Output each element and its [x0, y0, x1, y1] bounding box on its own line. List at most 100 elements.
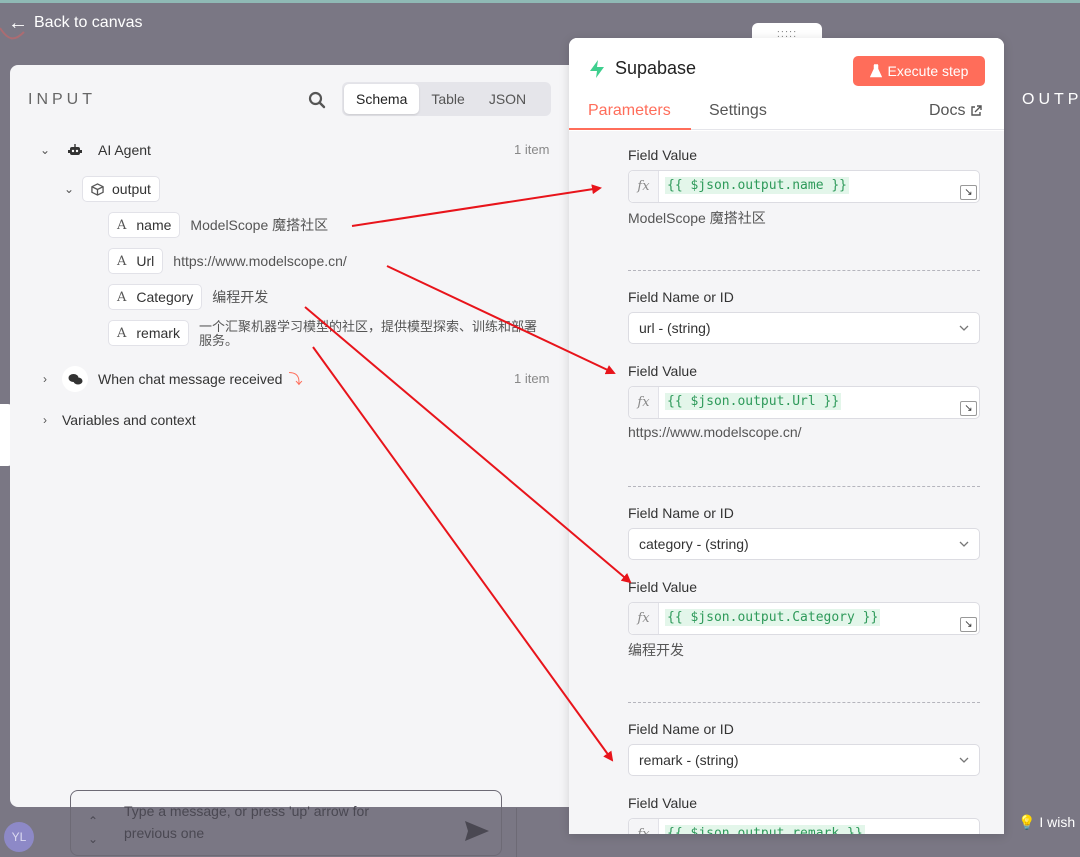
string-type-icon: A [117, 217, 127, 233]
variables-label: Variables and context [62, 412, 196, 428]
field-row-category[interactable]: A Category 编程开发 [108, 284, 268, 310]
field-key-pill[interactable]: Aname [108, 212, 181, 238]
docs-link[interactable]: Docs [929, 102, 983, 120]
execute-step-label: Execute step [887, 63, 969, 79]
feedback-label: I wish [1039, 814, 1076, 830]
field-key: Url [136, 253, 155, 269]
field-value: https://www.modelscope.cn/ [173, 253, 347, 269]
field-value: ModelScope 魔搭社区 [190, 217, 329, 233]
field-row-url[interactable]: A Url https://www.modelscope.cn/ [108, 248, 347, 274]
expression-input-category[interactable]: fx {{ $json.output.Category }} ↘ [628, 602, 980, 635]
view-tab-table[interactable]: Table [419, 84, 476, 114]
fx-icon: fx [629, 387, 659, 418]
field-key: name [136, 217, 172, 233]
node-title-label: Supabase [615, 58, 697, 78]
supabase-icon [590, 59, 604, 78]
chevron-down-icon [959, 757, 969, 763]
field-name-label: Field Name or ID [628, 721, 734, 737]
expression-code: {{ $json.output.Url }} [665, 393, 842, 410]
field-name-select-remark[interactable]: remark - (string) [628, 744, 980, 776]
string-type-icon: A [117, 253, 127, 269]
separator [628, 702, 980, 703]
tab-settings[interactable]: Settings [709, 102, 767, 120]
active-tab-indicator [569, 128, 691, 130]
field-name-select-category[interactable]: category - (string) [628, 528, 980, 560]
parameters-body: Field Value fx {{ $json.output.name }} ↘… [569, 131, 1004, 834]
field-value: 一个汇聚机器学习模型的社区，提供模型探索、训练和部署 服务。 [199, 320, 555, 348]
chat-placeholder-line1: Type a message, or press 'up' arrow for [124, 803, 370, 819]
expression-result: https://www.modelscope.cn/ [628, 424, 802, 440]
field-key: remark [136, 325, 180, 341]
field-name-label: Field Name or ID [628, 505, 734, 521]
input-panel-title: INPUT [28, 91, 96, 108]
expand-icon[interactable]: ↘ [960, 617, 977, 632]
tab-parameters[interactable]: Parameters [588, 102, 671, 120]
view-tab-schema[interactable]: Schema [344, 84, 420, 114]
execute-step-button[interactable]: Execute step [853, 56, 985, 86]
feedback-button[interactable]: 💡 I wish [1018, 814, 1075, 831]
separator [628, 486, 980, 487]
arrow-left-icon: ← [8, 12, 28, 34]
node-header: Supabase Execute step Parameters Setting… [569, 38, 1004, 130]
field-key-pill[interactable]: A Category [108, 284, 203, 310]
expression-code: {{ $json.output.name }} [665, 177, 850, 194]
field-value-label: Field Value [628, 363, 698, 379]
expression-code: {{ $json.output.remark }} [665, 825, 865, 834]
expand-icon[interactable]: ↘ [960, 401, 977, 416]
back-to-canvas-label: Back to canvas [34, 14, 143, 31]
field-key: Category [136, 289, 194, 305]
select-value: remark - (string) [639, 752, 739, 768]
select-value: url - (string) [639, 320, 711, 336]
field-row-name[interactable]: Aname ModelScope 魔搭社区 [108, 212, 328, 238]
object-icon [91, 182, 104, 196]
fx-icon: fx [629, 171, 659, 202]
string-type-icon: A [117, 289, 127, 305]
expression-input-url[interactable]: fx {{ $json.output.Url }} ↘ [628, 386, 980, 419]
ai-agent-label: AI Agent [98, 142, 151, 158]
flask-icon [869, 64, 882, 78]
field-value: 编程开发 [212, 289, 269, 305]
view-mode-switch: Schema Table JSON [342, 82, 551, 116]
expression-result: ModelScope 魔搭社区 [628, 210, 766, 226]
top-strip [0, 0, 1080, 3]
send-icon[interactable] [464, 820, 490, 842]
chevron-right-icon[interactable]: › [38, 372, 52, 386]
back-to-canvas-button[interactable]: ← Back to canvas [8, 12, 143, 34]
chat-icon [62, 366, 88, 392]
view-tab-json[interactable]: JSON [477, 84, 538, 114]
field-value-line2: 服务。 [198, 333, 238, 348]
field-key-pill[interactable]: Aremark [108, 320, 189, 346]
fx-icon: fx [629, 603, 659, 634]
supabase-node-panel: Supabase Execute step Parameters Setting… [569, 38, 1004, 834]
ai-agent-item-count: 1 item [514, 142, 550, 157]
field-name-label: Field Name or ID [628, 289, 734, 305]
select-value: category - (string) [639, 536, 749, 552]
expression-input-remark[interactable]: fx {{ $json.output.remark }} [628, 818, 980, 834]
field-key-pill[interactable]: A Url [108, 248, 164, 274]
chat-trigger-label: When chat message received [98, 371, 283, 387]
history-arrows[interactable]: ⌃ ⌄ [88, 812, 98, 848]
chevron-down-icon [959, 325, 969, 331]
chevron-right-icon[interactable]: › [38, 413, 52, 427]
chevron-down-icon[interactable]: ⌄ [62, 182, 76, 196]
avatar[interactable]: YL [4, 822, 34, 852]
tree-node-output[interactable]: ⌄ output [62, 176, 160, 202]
tree-node-ai-agent[interactable]: ⌄ AI Agent [38, 137, 151, 163]
expand-icon[interactable]: ↘ [960, 185, 977, 200]
docs-label: Docs [929, 102, 966, 119]
chevron-down-icon [959, 541, 969, 547]
robot-icon [62, 137, 88, 163]
output-key-pill: output [82, 176, 160, 202]
output-panel-title: OUTP [1022, 91, 1080, 108]
field-row-remark[interactable]: Aremark 一个汇聚机器学习模型的社区，提供模型探索、训练和部署 服务。 [108, 320, 555, 348]
tree-node-chat-trigger[interactable]: › When chat message received ⤵ [38, 366, 302, 392]
expression-input-name[interactable]: fx {{ $json.output.name }} ↘ [628, 170, 980, 203]
tree-node-variables[interactable]: › Variables and context [38, 412, 196, 428]
field-name-select-url[interactable]: url - (string) [628, 312, 980, 344]
search-icon[interactable] [308, 91, 326, 109]
separator [628, 270, 980, 271]
expression-result: 编程开发 [628, 642, 684, 658]
input-panel: INPUT Schema Table JSON ⌄ AI Agent 1 ite… [10, 65, 578, 807]
chat-placeholder-line2: previous one [124, 825, 205, 841]
chevron-down-icon[interactable]: ⌄ [38, 143, 52, 157]
